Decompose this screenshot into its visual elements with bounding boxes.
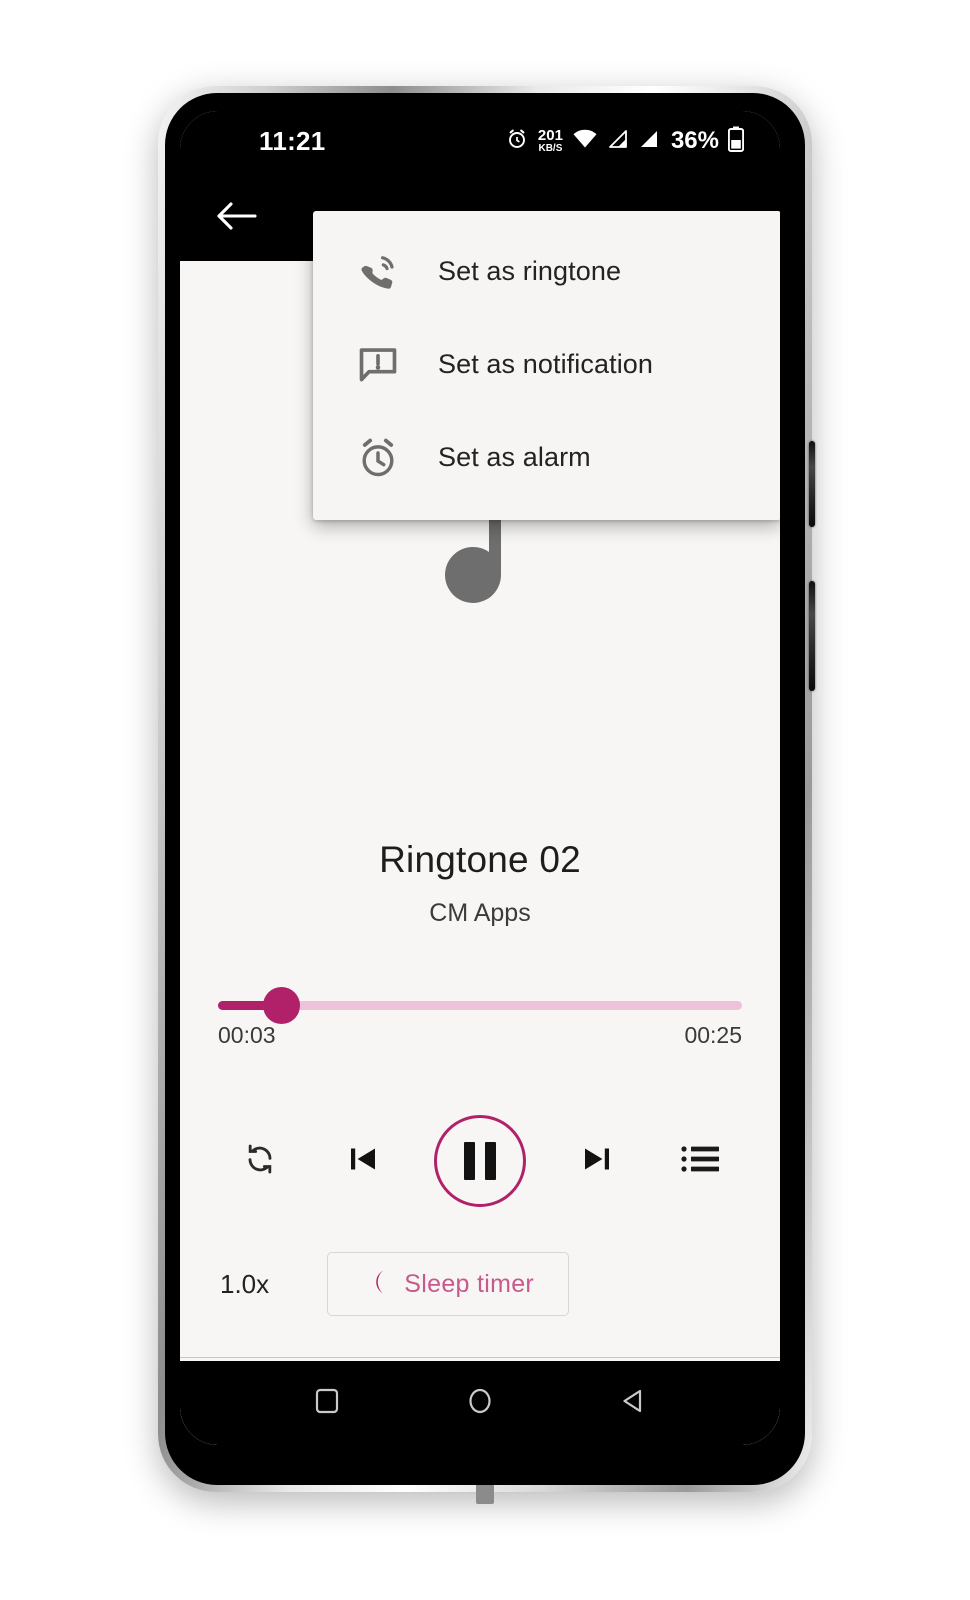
phone-frame: 11:21 201 KB/S 36% Ringtone 02 CM Apps 0…	[158, 86, 815, 1504]
secondary-controls: 1.0x Sleep timer	[180, 1236, 780, 1332]
next-track-icon	[579, 1141, 615, 1182]
seek-thumb[interactable]	[262, 987, 300, 1024]
battery-icon	[727, 126, 745, 157]
system-navigation-bar	[180, 1361, 780, 1445]
recents-button[interactable]	[299, 1375, 355, 1431]
total-time-label: 00:25	[684, 1022, 742, 1048]
square-recents-icon	[313, 1387, 341, 1420]
sleep-timer-button[interactable]: Sleep timer	[327, 1252, 570, 1316]
menu-item-set-as-alarm[interactable]: Set as alarm	[313, 411, 780, 504]
network-speed-unit: KB/S	[538, 143, 563, 154]
transport-controls	[180, 1106, 780, 1216]
network-speed-value: 201	[537, 127, 563, 144]
home-button[interactable]	[452, 1375, 508, 1431]
phone-screen: 11:21 201 KB/S 36% Ringtone 02 CM Apps 0…	[180, 111, 780, 1445]
overflow-popup-menu: Set as ringtone Set as notification Set …	[313, 211, 780, 520]
ring-volume-icon	[351, 245, 405, 299]
playback-speed-button[interactable]: 1.0x	[220, 1269, 269, 1300]
current-time-label: 00:03	[218, 1022, 276, 1048]
circle-home-icon	[466, 1387, 494, 1420]
status-icons: 201 KB/S 36%	[505, 126, 745, 157]
repeat-button[interactable]	[228, 1129, 292, 1193]
play-pause-button[interactable]	[434, 1115, 526, 1207]
bottom-divider	[180, 1357, 780, 1358]
nav-back-button[interactable]	[605, 1375, 661, 1431]
alarm-icon	[505, 127, 529, 156]
previous-track-icon	[345, 1141, 381, 1182]
sleep-timer-label: Sleep timer	[404, 1269, 535, 1298]
menu-item-label: Set as alarm	[438, 442, 591, 472]
phone-bezel: 11:21 201 KB/S 36% Ringtone 02 CM Apps 0…	[165, 93, 805, 1485]
pause-icon	[464, 1142, 496, 1180]
power-button[interactable]	[809, 581, 815, 691]
wifi-icon	[572, 128, 598, 155]
playlist-queue-icon	[681, 1144, 719, 1179]
repeat-icon	[240, 1139, 280, 1184]
seek-bar-container: 00:03 00:25	[218, 987, 742, 1049]
signal-icon-2	[638, 128, 660, 155]
crescent-moon-icon	[362, 1267, 388, 1302]
status-clock: 11:21	[259, 125, 326, 156]
menu-item-set-as-ringtone[interactable]: Set as ringtone	[313, 225, 780, 318]
time-row: 00:03 00:25	[218, 1022, 742, 1049]
previous-button[interactable]	[331, 1129, 395, 1193]
next-button[interactable]	[565, 1129, 629, 1193]
track-artist: CM Apps	[429, 899, 531, 927]
frame-bottom-tab	[476, 1482, 494, 1504]
triangle-back-icon	[619, 1387, 647, 1420]
alarm-clock-icon	[351, 431, 405, 485]
signal-icon-1	[607, 128, 629, 155]
menu-item-set-as-notification[interactable]: Set as notification	[313, 318, 780, 411]
track-title: Ringtone 02	[379, 839, 581, 880]
menu-item-label: Set as notification	[438, 349, 654, 379]
back-button[interactable]	[210, 190, 262, 242]
volume-button[interactable]	[809, 441, 815, 527]
battery-percent-label: 36%	[670, 127, 719, 154]
menu-item-label: Set as ringtone	[438, 256, 622, 286]
seek-slider[interactable]	[218, 987, 742, 1024]
network-speed-indicator: 201 KB/S	[538, 128, 563, 154]
queue-button[interactable]	[668, 1129, 732, 1193]
status-bar: 11:21 201 KB/S 36%	[180, 111, 780, 171]
notification-bubble-icon	[351, 338, 405, 392]
